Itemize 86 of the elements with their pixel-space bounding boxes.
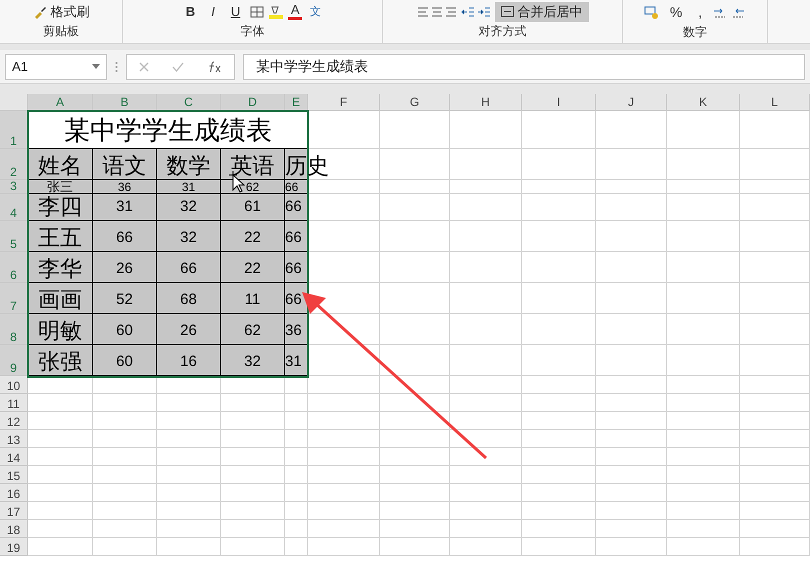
score-cell-text: 22 <box>244 261 261 279</box>
column-header[interactable]: H <box>450 94 522 111</box>
group-label: 对齐方式 <box>478 23 526 40</box>
column-header[interactable]: D <box>221 94 285 111</box>
row-header[interactable]: 18 <box>0 520 28 538</box>
row-header[interactable]: 19 <box>0 538 28 556</box>
row-header[interactable]: 3 <box>0 180 28 194</box>
underline-button[interactable]: U <box>224 2 246 22</box>
phonetic-button[interactable]: 文 <box>306 4 326 20</box>
score-cell: 66 <box>285 181 298 193</box>
row-header[interactable]: 12 <box>0 412 28 430</box>
score-cell-text: 66 <box>116 230 133 248</box>
score-cell-text: 66 <box>285 230 302 248</box>
name-box[interactable]: A1 <box>5 54 107 80</box>
row-header[interactable]: 7 <box>0 283 28 314</box>
score-cell-text: 52 <box>116 292 133 310</box>
column-header[interactable]: I <box>522 94 596 111</box>
name-cell: 张强 <box>38 351 82 375</box>
score-cell-text: 32 <box>180 199 197 217</box>
score-cell: 62 <box>246 181 260 193</box>
score-cell: 31 <box>182 181 196 193</box>
score-cell: 36 <box>118 181 132 193</box>
column-header[interactable]: C <box>157 94 221 111</box>
column-title: 姓名 <box>38 155 82 179</box>
column-title: 数学 <box>166 155 210 179</box>
row-header[interactable]: 5 <box>0 221 28 252</box>
row-header[interactable]: 10 <box>0 376 28 394</box>
column-header[interactable]: J <box>596 94 667 111</box>
score-cell-text: 32 <box>244 354 261 372</box>
group-label: 字体 <box>240 23 264 40</box>
table-title: 某中学学生成绩表 <box>28 111 308 149</box>
row-header[interactable]: 11 <box>0 394 28 412</box>
score-cell-text: 62 <box>244 323 261 341</box>
row-header[interactable]: 6 <box>0 252 28 283</box>
row-header[interactable]: 1 <box>0 111 28 149</box>
score-cell-text: 66 <box>285 199 302 217</box>
number-format-button[interactable]: % <box>664 2 688 23</box>
name-cell: 明敏 <box>38 320 82 344</box>
score-cell-text: 60 <box>116 354 133 372</box>
row-header[interactable]: 2 <box>0 149 28 180</box>
row-header[interactable]: 15 <box>0 466 28 484</box>
row-header[interactable]: 8 <box>0 314 28 345</box>
score-cell-text: 22 <box>244 230 261 248</box>
score-cell-text: 60 <box>116 323 133 341</box>
name-cell: 张三 <box>47 180 73 193</box>
score-cell-text: 36 <box>285 323 302 341</box>
row-header[interactable]: 13 <box>0 430 28 448</box>
formula-input[interactable]: 某中学学生成绩表 <box>243 54 805 80</box>
column-header[interactable]: F <box>308 94 380 111</box>
name-cell: 画画 <box>38 289 82 313</box>
group-label: 剪贴板 <box>43 23 79 40</box>
name-cell: 李华 <box>38 258 82 282</box>
score-cell-text: 68 <box>180 292 197 310</box>
score-cell-text: 31 <box>116 199 133 217</box>
name-cell: 李四 <box>38 196 82 220</box>
row-header[interactable]: 16 <box>0 484 28 502</box>
column-header[interactable]: B <box>93 94 157 111</box>
score-cell-text: 66 <box>180 261 197 279</box>
score-cell-text: 61 <box>244 199 261 217</box>
italic-button[interactable]: I <box>205 2 221 22</box>
score-cell-text: 32 <box>180 230 197 248</box>
merge-center-button[interactable]: 合并后居中 <box>494 2 588 22</box>
format-painter-button[interactable]: 格式刷 <box>28 2 94 22</box>
column-title: 英语 <box>230 155 274 179</box>
font-color-button[interactable]: A <box>288 3 302 20</box>
column-header[interactable]: E <box>285 94 308 111</box>
row-header[interactable]: 17 <box>0 502 28 520</box>
column-header[interactable]: L <box>740 94 810 111</box>
score-cell-text: 11 <box>244 292 260 310</box>
column-header[interactable]: A <box>28 94 93 111</box>
column-title: 语文 <box>102 155 146 179</box>
row-header[interactable]: 14 <box>0 448 28 466</box>
row-header[interactable]: 9 <box>0 345 28 376</box>
score-cell-text: 66 <box>285 261 302 279</box>
row-header[interactable]: 4 <box>0 194 28 221</box>
group-label: 数字 <box>683 24 707 41</box>
score-cell-text: 26 <box>116 261 133 279</box>
column-header[interactable]: G <box>380 94 450 111</box>
bold-button[interactable]: B <box>180 2 202 22</box>
score-cell-text: 16 <box>180 354 197 372</box>
score-cell-text: 66 <box>285 292 302 310</box>
score-cell-text: 26 <box>180 323 197 341</box>
number-format-button[interactable]: , <box>692 2 708 23</box>
score-cell-text: 31 <box>285 354 302 372</box>
name-cell: 王五 <box>38 227 82 251</box>
column-header[interactable]: K <box>667 94 740 111</box>
